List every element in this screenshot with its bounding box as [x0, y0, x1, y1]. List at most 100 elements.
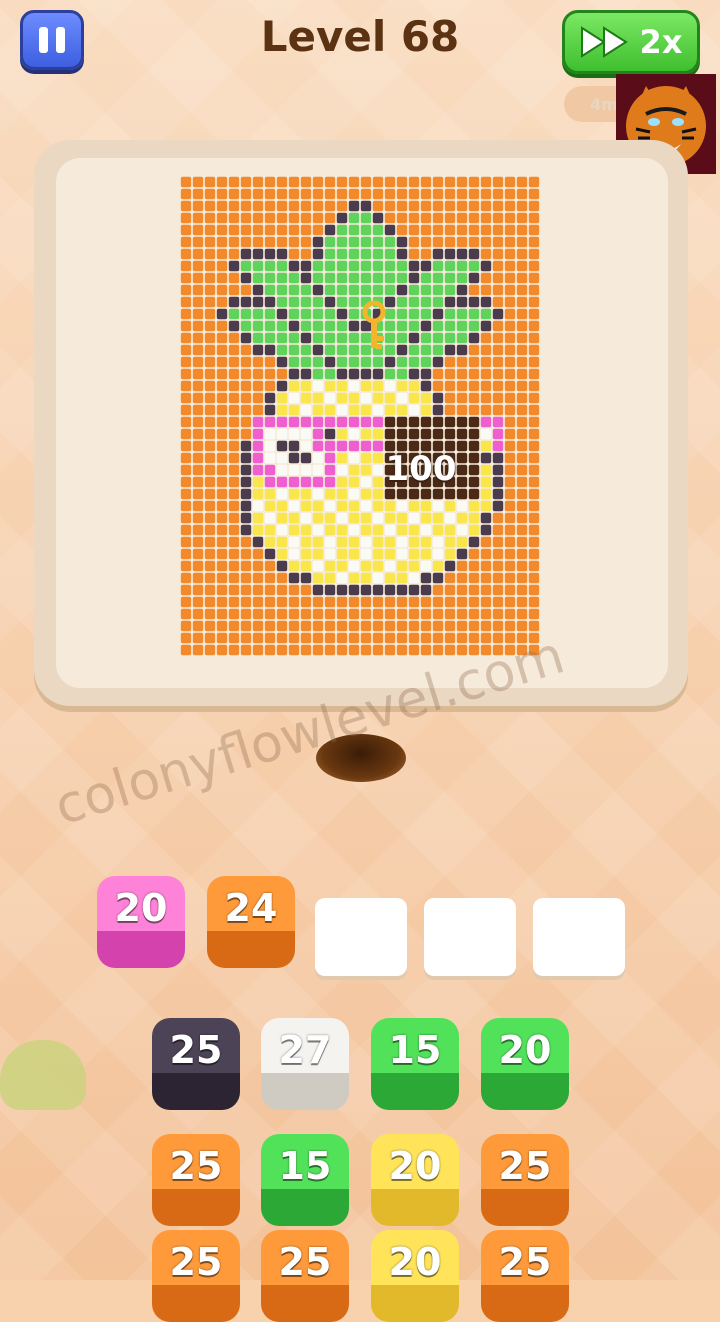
stack-tile[interactable]: 20	[371, 1230, 459, 1322]
pixel-cell	[420, 608, 432, 620]
pixel-cell	[216, 188, 228, 200]
pixel-cell	[372, 248, 384, 260]
stack-tile[interactable]: 15	[261, 1134, 349, 1226]
pixel-cell	[312, 212, 324, 224]
pixel-cell	[432, 248, 444, 260]
pixel-cell	[192, 608, 204, 620]
pixel-cell	[492, 308, 504, 320]
stack-tile[interactable]: 15	[371, 1018, 459, 1110]
pixel-cell	[276, 548, 288, 560]
pixel-cell	[480, 308, 492, 320]
pixel-cell	[492, 212, 504, 224]
pixel-cell	[360, 200, 372, 212]
pixel-cell	[228, 416, 240, 428]
pixel-cell	[360, 260, 372, 272]
pixel-cell	[228, 404, 240, 416]
pixel-cell	[468, 392, 480, 404]
pixel-cell	[228, 644, 240, 656]
pixel-cell	[408, 212, 420, 224]
tile-value: 25	[169, 1240, 223, 1284]
stack-tile[interactable]: 20	[481, 1018, 569, 1110]
pixel-cell	[300, 188, 312, 200]
pixel-cell	[516, 224, 528, 236]
pixel-cell	[408, 392, 420, 404]
pixel-cell	[192, 536, 204, 548]
pixel-cell	[432, 320, 444, 332]
pixel-cell	[204, 320, 216, 332]
pixel-cell	[480, 440, 492, 452]
pixel-cell	[204, 176, 216, 188]
pixel-cell	[300, 248, 312, 260]
pixel-cell	[420, 356, 432, 368]
pixel-cell	[240, 560, 252, 572]
pixel-cell	[252, 632, 264, 644]
pixel-cell	[252, 356, 264, 368]
pixel-cell	[468, 488, 480, 500]
queue-tile[interactable]: 20	[97, 876, 185, 968]
pixel-cell	[228, 536, 240, 548]
pixel-cell	[492, 260, 504, 272]
pixel-cell	[492, 176, 504, 188]
queue-tile[interactable]: 24	[207, 876, 295, 968]
pixel-cell	[192, 248, 204, 260]
pixel-cell	[180, 464, 192, 476]
pixel-cell	[432, 404, 444, 416]
pixel-cell	[480, 356, 492, 368]
stack-tile[interactable]: 25	[261, 1230, 349, 1322]
pixel-cell	[276, 236, 288, 248]
pixel-cell	[480, 632, 492, 644]
pixel-cell	[444, 404, 456, 416]
pixel-cell	[408, 332, 420, 344]
pixel-cell	[288, 464, 300, 476]
pixel-cell	[264, 284, 276, 296]
pixel-cell	[264, 464, 276, 476]
stack-tile[interactable]: 25	[152, 1230, 240, 1322]
pixel-cell	[432, 296, 444, 308]
pixel-cell	[276, 500, 288, 512]
pixel-cell	[336, 452, 348, 464]
pixel-cell	[192, 548, 204, 560]
pixel-cell	[228, 584, 240, 596]
pixel-cell	[192, 428, 204, 440]
pixel-cell	[528, 284, 540, 296]
pixel-cell	[420, 392, 432, 404]
pixel-cell	[324, 512, 336, 524]
stack-tile[interactable]: 27	[261, 1018, 349, 1110]
pixel-cell	[408, 428, 420, 440]
pixel-cell	[336, 224, 348, 236]
pixel-cell	[336, 248, 348, 260]
pixel-cell	[216, 644, 228, 656]
pixel-cell	[528, 248, 540, 260]
pixel-cell	[192, 356, 204, 368]
pixel-cell	[312, 608, 324, 620]
pixel-cell	[420, 212, 432, 224]
pixel-cell	[312, 644, 324, 656]
pixel-cell	[264, 248, 276, 260]
pixel-cell	[240, 500, 252, 512]
pixel-cell	[180, 248, 192, 260]
pixel-cell	[228, 380, 240, 392]
pixel-cell	[180, 452, 192, 464]
pixel-cell	[384, 284, 396, 296]
stack-tile[interactable]: 25	[481, 1134, 569, 1226]
pixel-cell	[432, 236, 444, 248]
pixel-cell	[300, 596, 312, 608]
pixel-cell	[432, 584, 444, 596]
pixel-cell	[444, 260, 456, 272]
stack-tile[interactable]: 20	[371, 1134, 459, 1226]
pixel-cell	[396, 584, 408, 596]
pixel-cell	[528, 512, 540, 524]
stack-tile[interactable]: 25	[481, 1230, 569, 1322]
pixel-cell	[180, 320, 192, 332]
stack-tile[interactable]: 25	[152, 1134, 240, 1226]
stack-tile[interactable]: 25	[152, 1018, 240, 1110]
pixel-cell	[336, 464, 348, 476]
pixel-cell	[504, 500, 516, 512]
pixel-cell	[216, 596, 228, 608]
speed-button[interactable]: 2x	[562, 10, 700, 74]
pixel-cell	[516, 620, 528, 632]
pixel-cell	[288, 176, 300, 188]
pixel-cell	[336, 548, 348, 560]
pixel-cell	[468, 536, 480, 548]
pixel-cell	[192, 296, 204, 308]
